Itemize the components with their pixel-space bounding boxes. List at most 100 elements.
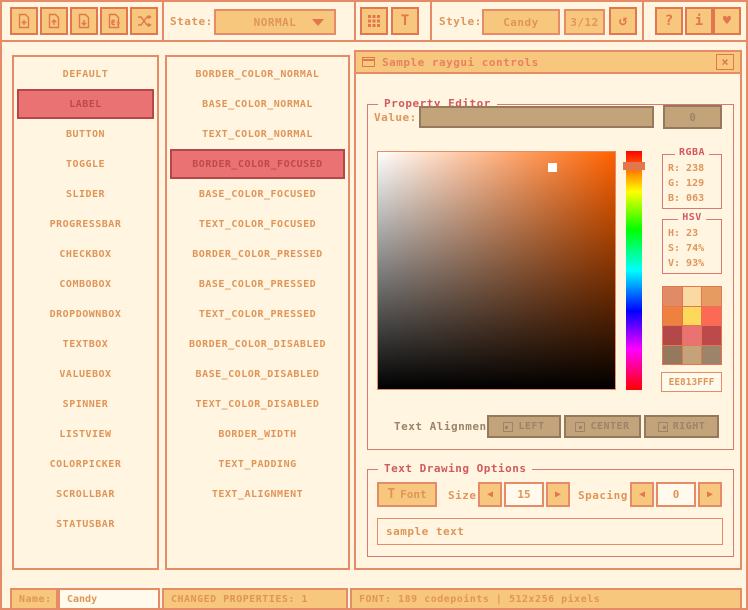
toolbar-divider	[430, 2, 432, 40]
value-box[interactable]: 0	[663, 105, 722, 129]
toolbar: State: NORMAL T Style: Candy 3/12 ↺	[2, 2, 746, 42]
hue-bar[interactable]	[626, 151, 642, 390]
load-style-file-button[interactable]	[40, 7, 68, 35]
property-item-border_width[interactable]: BORDER_WIDTH	[167, 419, 348, 449]
color-picker-area[interactable]	[377, 151, 616, 390]
rgba-b-value: B: 063	[663, 191, 721, 206]
close-button[interactable]: ×	[716, 54, 734, 70]
control-item-listview[interactable]: LISTVIEW	[14, 419, 157, 449]
size-value-box[interactable]: 15	[504, 482, 544, 507]
align-center-label: CENTER	[590, 421, 629, 432]
property-item-text_padding[interactable]: TEXT_PADDING	[167, 449, 348, 479]
size-increase-button[interactable]: ▶	[546, 482, 570, 507]
hue-bar-cursor[interactable]	[623, 162, 645, 170]
toolbar-divider	[354, 2, 356, 40]
control-item-statusbar[interactable]: STATUSBAR	[14, 509, 157, 539]
control-item-button[interactable]: BUTTON	[14, 119, 157, 149]
palette-swatch[interactable]	[683, 287, 702, 306]
export-style-file-button[interactable]	[100, 7, 128, 35]
control-item-progressbar[interactable]: PROGRESSBAR	[14, 209, 157, 239]
spacing-decrease-button[interactable]: ◀	[630, 482, 654, 507]
hex-value-box[interactable]: EE813FFF	[661, 372, 722, 392]
palette-swatch[interactable]	[702, 287, 721, 306]
property-item-text_color_disabled[interactable]: TEXT_COLOR_DISABLED	[167, 389, 348, 419]
hsv-v-value: V: 93%	[663, 256, 721, 271]
align-left-icon	[503, 422, 513, 432]
property-item-text_alignment[interactable]: TEXT_ALIGNMENT	[167, 479, 348, 509]
state-dropdown[interactable]: NORMAL	[214, 9, 336, 35]
rgba-r-value: R: 238	[663, 161, 721, 176]
align-right-button[interactable]: RIGHT	[644, 415, 719, 438]
save-style-file-button[interactable]	[70, 7, 98, 35]
control-item-combobox[interactable]: COMBOBOX	[14, 269, 157, 299]
font-button[interactable]: T Font	[377, 482, 437, 507]
info-button[interactable]: i	[685, 7, 713, 35]
style-table-button[interactable]	[360, 7, 388, 35]
property-item-border_color_pressed[interactable]: BORDER_COLOR_PRESSED	[167, 239, 348, 269]
state-label: State:	[170, 15, 213, 28]
control-item-slider[interactable]: SLIDER	[14, 179, 157, 209]
palette-swatch[interactable]	[663, 326, 682, 345]
spacing-increase-button[interactable]: ▶	[698, 482, 722, 507]
property-item-base_color_focused[interactable]: BASE_COLOR_FOCUSED	[167, 179, 348, 209]
style-name-button[interactable]: Candy	[482, 9, 560, 35]
help-button[interactable]: ?	[655, 7, 683, 35]
file-export-icon	[106, 13, 122, 29]
palette-swatch[interactable]	[702, 326, 721, 345]
toolbar-divider	[162, 2, 164, 40]
spacing-value-box[interactable]: 0	[656, 482, 696, 507]
property-item-base_color_pressed[interactable]: BASE_COLOR_PRESSED	[167, 269, 348, 299]
grid-icon	[367, 14, 381, 28]
control-item-label[interactable]: LABEL	[17, 89, 154, 119]
control-item-scrollbar[interactable]: SCROLLBAR	[14, 479, 157, 509]
shuffle-icon	[136, 13, 152, 29]
text-icon: T	[401, 14, 409, 28]
property-item-text_color_normal[interactable]: TEXT_COLOR_NORMAL	[167, 119, 348, 149]
align-left-button[interactable]: LEFT	[487, 415, 561, 438]
value-slider[interactable]	[419, 106, 654, 128]
new-style-file-button[interactable]	[10, 7, 38, 35]
control-item-default[interactable]: DEFAULT	[14, 59, 157, 89]
style-reload-button[interactable]: ↺	[609, 7, 637, 35]
window-icon	[362, 57, 375, 67]
color-picker-cursor[interactable]	[548, 163, 557, 172]
align-center-button[interactable]: CENTER	[564, 415, 641, 438]
property-item-border_color_normal[interactable]: BORDER_COLOR_NORMAL	[167, 59, 348, 89]
palette-swatch[interactable]	[683, 346, 702, 365]
property-item-text_color_focused[interactable]: TEXT_COLOR_FOCUSED	[167, 209, 348, 239]
control-item-textbox[interactable]: TEXTBOX	[14, 329, 157, 359]
property-item-border_color_focused[interactable]: BORDER_COLOR_FOCUSED	[170, 149, 345, 179]
close-icon: ×	[721, 55, 728, 69]
property-item-text_color_pressed[interactable]: TEXT_COLOR_PRESSED	[167, 299, 348, 329]
style-name-input[interactable]: Candy	[58, 588, 160, 610]
control-item-dropdownbox[interactable]: DROPDOWNBOX	[14, 299, 157, 329]
value-label: Value:	[374, 111, 417, 124]
palette-swatch[interactable]	[702, 346, 721, 365]
control-item-colorpicker[interactable]: COLORPICKER	[14, 449, 157, 479]
file-new-icon	[16, 13, 32, 29]
property-item-base_color_normal[interactable]: BASE_COLOR_NORMAL	[167, 89, 348, 119]
palette-swatch[interactable]	[663, 307, 682, 326]
sponsor-button[interactable]: ♥	[713, 7, 741, 35]
sample-textbox[interactable]: sample text	[377, 518, 723, 545]
property-item-base_color_disabled[interactable]: BASE_COLOR_DISABLED	[167, 359, 348, 389]
palette-swatch[interactable]	[663, 346, 682, 365]
property-item-border_color_disabled[interactable]: BORDER_COLOR_DISABLED	[167, 329, 348, 359]
palette-swatch[interactable]	[683, 326, 702, 345]
palette-swatch[interactable]	[702, 307, 721, 326]
control-item-spinner[interactable]: SPINNER	[14, 389, 157, 419]
font-test-button[interactable]: T	[391, 7, 419, 35]
sample-controls-window: Sample raygui controls × Property Editor…	[354, 50, 742, 570]
control-item-checkbox[interactable]: CHECKBOX	[14, 239, 157, 269]
heart-icon: ♥	[723, 14, 731, 28]
random-style-button[interactable]	[130, 7, 158, 35]
control-item-toggle[interactable]: TOGGLE	[14, 149, 157, 179]
spacing-label: Spacing:	[578, 489, 635, 502]
palette-swatch[interactable]	[663, 287, 682, 306]
text-alignment-label: Text Alignment:	[394, 420, 501, 433]
control-item-valuebox[interactable]: VALUEBOX	[14, 359, 157, 389]
window-titlebar[interactable]: Sample raygui controls ×	[356, 52, 740, 74]
size-decrease-button[interactable]: ◀	[478, 482, 502, 507]
style-name-value: Candy	[503, 16, 539, 29]
palette-swatch[interactable]	[683, 307, 702, 326]
